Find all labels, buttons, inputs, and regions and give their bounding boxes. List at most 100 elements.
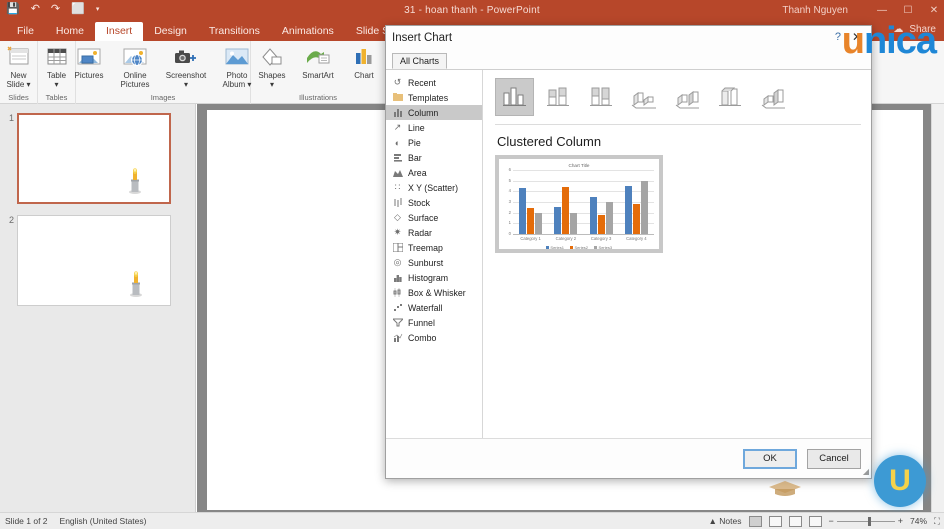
user-name[interactable]: Thanh Nguyen	[782, 5, 848, 16]
chart-x-labels: Category 1 Category 2 Category 3 Categor…	[513, 236, 654, 241]
resize-grip[interactable]: ◢	[863, 467, 869, 476]
close-icon[interactable]: ✕	[852, 30, 862, 44]
shapes-button[interactable]: Shapes ▾	[249, 44, 295, 89]
chart-type-funnel[interactable]: Funnel	[386, 315, 482, 330]
maximize-button[interactable]: ☐	[902, 5, 914, 16]
new-slide-icon	[7, 44, 31, 70]
tab-insert[interactable]: Insert	[94, 22, 144, 41]
smartart-icon	[305, 44, 331, 70]
chart-type-box-whisker[interactable]: Box & Whisker	[386, 285, 482, 300]
slide-thumbnail-2[interactable]: 2	[4, 215, 171, 306]
slide-indicator[interactable]: Slide 1 of 2	[5, 516, 48, 526]
slides-thumbnail-pane[interactable]: 1 2	[0, 104, 196, 512]
tab-transitions[interactable]: Transitions	[198, 22, 271, 41]
chart-subtype-gallery[interactable]	[495, 78, 861, 118]
subtype-3d-clustered-column[interactable]	[624, 78, 663, 116]
subtype-clustered-column[interactable]	[495, 78, 534, 116]
chart-icon	[351, 44, 377, 70]
chart-type-histogram[interactable]: Histogram	[386, 270, 482, 285]
subtype-100-stacked-column[interactable]	[581, 78, 620, 116]
tab-home[interactable]: Home	[45, 22, 95, 41]
chart-type-bar[interactable]: Bar	[386, 150, 482, 165]
chart-type-surface[interactable]: ◇ Surface	[386, 210, 482, 225]
subtype-3d-column[interactable]	[753, 78, 792, 116]
chart-type-line[interactable]: ↗ Line	[386, 120, 482, 135]
tab-file[interactable]: File	[6, 22, 45, 41]
chart-type-pie[interactable]: ◐ Pie	[386, 135, 482, 150]
pictures-button[interactable]: Pictures	[66, 44, 112, 80]
slide-sorter-view-button[interactable]	[768, 515, 782, 527]
fit-to-window-icon[interactable]: ⛶	[934, 516, 940, 527]
slide-thumbnail-surface[interactable]	[17, 113, 171, 204]
zoom-in-button[interactable]: +	[898, 516, 903, 526]
dialog-tab-strip[interactable]: All Charts	[386, 50, 871, 69]
subtype-stacked-column[interactable]	[538, 78, 577, 116]
screenshot-button[interactable]: Screenshot ▾	[158, 44, 214, 89]
slide-number: 2	[8, 215, 14, 225]
language-indicator[interactable]: English (United States)	[60, 516, 147, 526]
tab-all-charts[interactable]: All Charts	[392, 53, 448, 69]
close-button[interactable]: ✕	[928, 5, 940, 16]
chart-bars	[513, 170, 654, 234]
group-label-illustrations: Illustrations	[299, 93, 337, 102]
category-group	[620, 180, 652, 234]
chart-type-waterfall[interactable]: Waterfall	[386, 300, 482, 315]
notes-button[interactable]: ▲ Notes	[709, 516, 742, 526]
chart-type-list[interactable]: ↺ Recent Templates Column ↗ Line ◐ Pie B…	[386, 70, 483, 438]
dialog-title: Insert Chart	[392, 32, 453, 44]
candle-image	[129, 168, 141, 194]
online-pictures-button[interactable]: Online Pictures	[112, 44, 158, 89]
vertical-scrollbar[interactable]	[931, 104, 944, 512]
shapes-icon	[259, 44, 285, 70]
zoom-level[interactable]: 74%	[910, 516, 927, 526]
zoom-track[interactable]	[836, 516, 895, 526]
zoom-handle[interactable]	[867, 516, 871, 526]
chart-type-templates[interactable]: Templates	[386, 90, 482, 105]
chart-type-treemap[interactable]: Treemap	[386, 240, 482, 255]
chart-type-label: X Y (Scatter)	[408, 182, 459, 193]
minimize-button[interactable]: —	[876, 5, 888, 16]
smartart-button[interactable]: SmartArt	[295, 44, 341, 80]
tab-animations[interactable]: Animations	[271, 22, 345, 41]
chart-preview[interactable]: Chart Title 6 5 4 3 2 1 0 Category 1 Cat…	[495, 155, 663, 253]
online-pictures-icon	[122, 44, 148, 70]
x-tick: Category 1	[520, 236, 541, 241]
zoom-out-button[interactable]: −	[829, 516, 834, 526]
funnel-icon	[392, 317, 403, 328]
chart-type-scatter[interactable]: ∷ X Y (Scatter)	[386, 180, 482, 195]
share-button[interactable]: ☁ Share	[893, 24, 936, 35]
chart-type-stock[interactable]: Stock	[386, 195, 482, 210]
unica-badge: U	[874, 455, 926, 507]
combo-icon	[392, 332, 403, 343]
slide-thumbnail-1[interactable]: 1	[4, 113, 171, 204]
normal-view-button[interactable]	[748, 515, 762, 527]
bar-s1-c1	[519, 188, 527, 234]
slide-show-view-button[interactable]	[808, 515, 822, 527]
chart-type-recent[interactable]: ↺ Recent	[386, 75, 482, 90]
tab-design[interactable]: Design	[143, 22, 198, 41]
chart-type-radar[interactable]: ✷ Radar	[386, 225, 482, 240]
reading-view-button[interactable]	[788, 515, 802, 527]
ok-button[interactable]: OK	[743, 448, 797, 469]
chart-type-sunburst[interactable]: ◎ Sunburst	[386, 255, 482, 270]
chart-type-combo[interactable]: Combo	[386, 330, 482, 345]
subtype-3d-stacked-column[interactable]	[667, 78, 706, 116]
chart-type-area[interactable]: Area	[386, 165, 482, 180]
y-tick: 5	[508, 177, 511, 183]
cancel-button[interactable]: Cancel	[807, 448, 861, 469]
gallery-divider	[495, 124, 861, 125]
insert-chart-dialog[interactable]: Insert Chart ? ✕ All Charts ↺ Recent Tem…	[385, 25, 872, 479]
bar-s1-c3	[589, 196, 597, 234]
help-icon[interactable]: ?	[835, 31, 841, 43]
bar-s2-c1	[527, 208, 535, 234]
chart-type-column[interactable]: Column	[386, 105, 482, 120]
window-controls[interactable]: — ☐ ✕	[876, 5, 940, 16]
subtype-3d-100-stacked-column[interactable]	[710, 78, 749, 116]
chart-button[interactable]: Chart	[341, 44, 387, 80]
sunburst-icon: ◎	[393, 257, 402, 267]
notes-label: Notes	[719, 516, 742, 526]
zoom-slider[interactable]: − +	[829, 516, 904, 526]
pie-icon: ◐	[394, 137, 401, 148]
group-label-tables: Tables	[45, 93, 68, 102]
slide-thumbnail-surface[interactable]	[17, 215, 171, 306]
